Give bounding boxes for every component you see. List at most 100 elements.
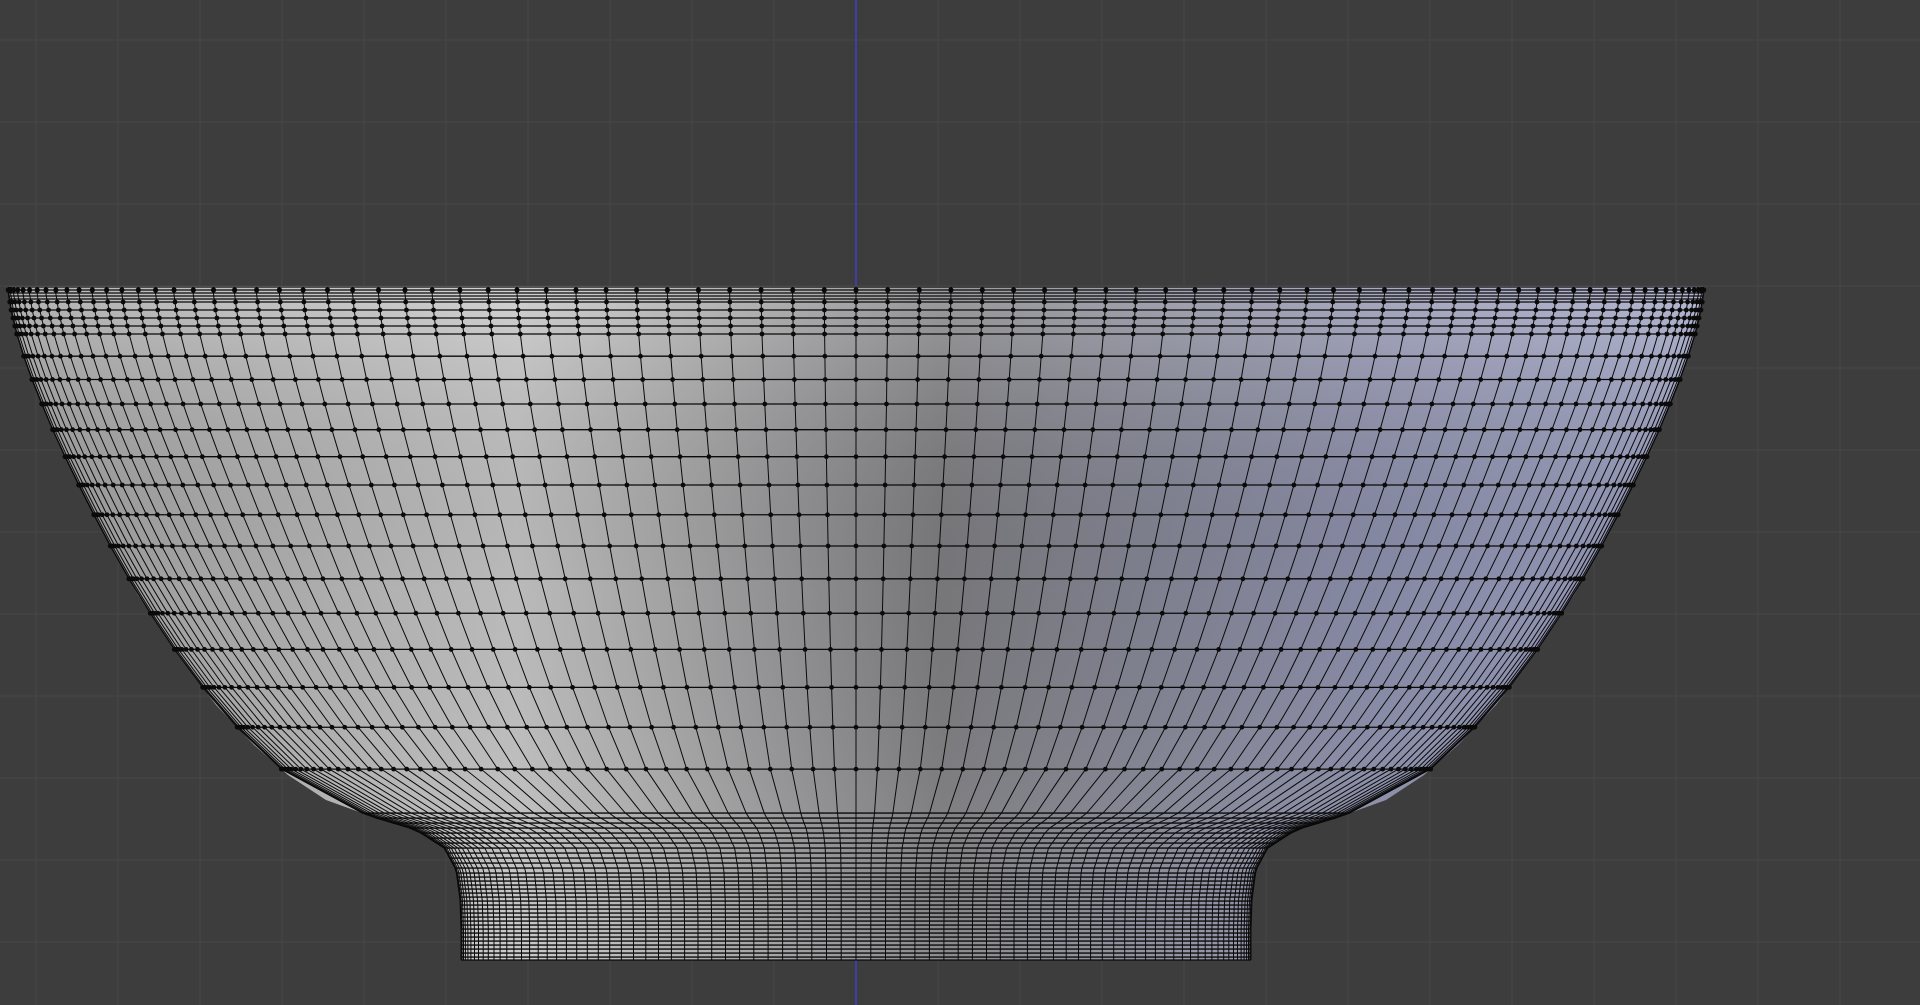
mesh-vertex	[1477, 610, 1483, 616]
mesh-vertex	[1468, 331, 1474, 337]
mesh-vertex	[1286, 401, 1292, 407]
mesh-vertex	[1157, 353, 1163, 359]
mesh-vertex	[1291, 482, 1297, 488]
mesh-vertex	[725, 766, 731, 772]
mesh-vertex	[91, 299, 96, 305]
mesh-vertex	[285, 427, 291, 433]
mesh-vertex	[197, 331, 203, 337]
mesh-vertex	[458, 299, 463, 305]
mesh-vertex	[1478, 684, 1483, 690]
mesh-vertex	[1133, 287, 1139, 293]
mesh-vertex	[1616, 353, 1622, 359]
mesh-vertex	[1158, 684, 1164, 690]
mesh-vertex	[1574, 353, 1580, 359]
mesh-vertex	[853, 331, 859, 337]
mesh-vertex	[1534, 299, 1540, 305]
mesh-vertex	[853, 353, 859, 359]
mesh-vertex	[991, 724, 997, 730]
mesh-vertex	[642, 401, 648, 407]
3d-viewport[interactable]	[0, 0, 1920, 1005]
viewport-canvas[interactable]	[0, 0, 1920, 1005]
mesh-vertex	[194, 315, 200, 321]
mesh-vertex	[404, 307, 409, 313]
mesh-vertex	[1678, 299, 1684, 305]
mesh-vertex	[28, 331, 34, 337]
mesh-vertex	[143, 427, 149, 433]
mesh-vertex	[1140, 766, 1146, 772]
mesh-vertex	[374, 684, 380, 690]
mesh-vertex	[500, 610, 506, 616]
mesh-vertex	[1400, 724, 1406, 730]
mesh-vertex	[264, 482, 270, 488]
mesh-vertex	[464, 353, 470, 359]
mesh-vertex	[562, 576, 568, 582]
mesh-vertex	[61, 331, 67, 337]
mesh-vertex	[25, 315, 30, 321]
mesh-vertex	[180, 401, 186, 407]
mesh-vertex	[1413, 766, 1419, 772]
mesh-vertex	[945, 724, 951, 730]
mesh-vertex	[1338, 482, 1344, 488]
mesh-vertex	[222, 684, 228, 690]
mesh-vertex	[1631, 482, 1636, 488]
mesh-vertex	[1191, 307, 1197, 313]
mesh-vertex	[670, 377, 675, 382]
mesh-vertex	[664, 287, 671, 293]
mesh-vertex	[1274, 454, 1280, 460]
mesh-vertex	[1103, 299, 1108, 305]
mesh-vertex	[97, 454, 103, 460]
mesh-vertex	[408, 646, 414, 652]
mesh-vertex	[1019, 543, 1025, 549]
mesh-vertex	[1300, 331, 1305, 337]
mesh-vertex	[885, 299, 890, 305]
mesh-vertex	[50, 377, 55, 382]
mesh-vertex	[109, 323, 115, 329]
mesh-vertex	[1429, 401, 1435, 407]
mesh-vertex	[181, 543, 187, 549]
mesh-vertex	[1170, 454, 1175, 460]
mesh-vertex	[469, 646, 475, 652]
mesh-vertex	[1133, 299, 1138, 305]
mesh-vertex	[822, 323, 827, 329]
mesh-vertex	[306, 724, 312, 730]
mesh-vertex	[461, 331, 467, 337]
mesh-vertex	[139, 315, 145, 321]
mesh-vertex	[560, 427, 565, 433]
mesh-vertex	[604, 646, 610, 652]
mesh-vertex	[1552, 299, 1558, 305]
mesh-vertex	[89, 454, 95, 460]
mesh-vertex	[1669, 307, 1675, 313]
mesh-vertex	[207, 684, 213, 690]
mesh-vertex	[1452, 287, 1458, 293]
mesh-vertex	[1255, 427, 1261, 433]
mesh-vertex	[303, 482, 309, 488]
mesh-vertex	[802, 646, 808, 652]
mesh-vertex	[1537, 543, 1542, 549]
mesh-vertex	[119, 401, 125, 407]
mesh-vertex	[334, 353, 340, 359]
mesh-vertex	[119, 482, 125, 488]
mesh-vertex	[283, 482, 289, 488]
mesh-vertex	[882, 482, 888, 488]
mesh-vertex	[1346, 454, 1352, 460]
bowl-mesh[interactable]	[5, 286, 1707, 961]
mesh-vertex	[391, 684, 397, 690]
mesh-vertex	[962, 576, 967, 582]
mesh-vertex	[66, 377, 71, 382]
mesh-vertex	[158, 576, 164, 582]
mesh-vertex	[1002, 766, 1008, 772]
mesh-vertex	[607, 543, 613, 549]
mesh-vertex	[1523, 454, 1529, 460]
mesh-vertex	[58, 353, 63, 359]
mesh-vertex	[1013, 724, 1019, 730]
mesh-vertex	[300, 287, 306, 293]
mesh-vertex	[12, 299, 18, 305]
mesh-vertex	[1163, 724, 1168, 730]
mesh-vertex	[228, 646, 234, 652]
mesh-vertex	[1192, 287, 1198, 293]
mesh-vertex	[263, 646, 268, 652]
mesh-vertex	[67, 353, 73, 359]
mesh-vertex	[992, 543, 997, 549]
mesh-vertex	[329, 427, 335, 433]
mesh-vertex	[1454, 576, 1460, 582]
